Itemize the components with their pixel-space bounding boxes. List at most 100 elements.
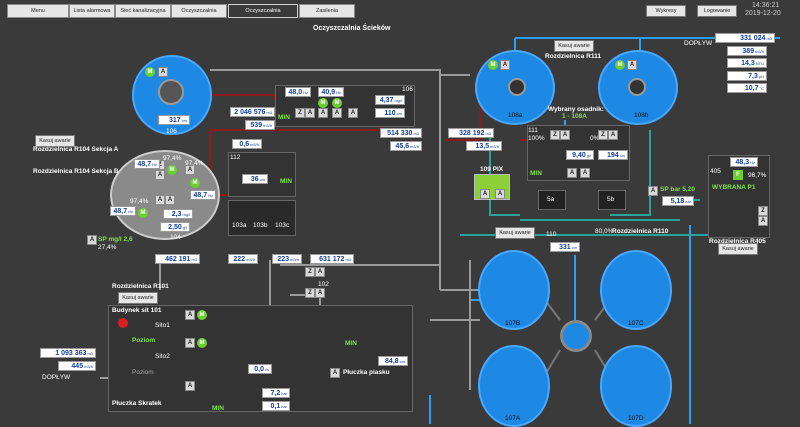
mode-skratek-a[interactable]: A xyxy=(185,381,195,391)
motor-104-3[interactable]: M xyxy=(138,208,148,218)
motor-104-1[interactable]: M xyxy=(167,165,177,175)
tab-power-supply[interactable]: Zasilenia xyxy=(299,4,355,18)
min-indicator-106: MIN xyxy=(278,114,290,121)
mode-111-a2[interactable]: A xyxy=(608,130,618,140)
blower-106-a2[interactable]: A xyxy=(318,108,328,118)
tab-sewer-network[interactable]: Sieć kanalizacyjna xyxy=(115,4,171,18)
min-indicator-111: MIN xyxy=(530,170,542,177)
blower-106-a3[interactable]: A xyxy=(332,108,342,118)
value-328192: 328 192 m3 xyxy=(448,128,494,138)
blower-106-a4[interactable]: A xyxy=(348,108,358,118)
value-389: 389 m3/h xyxy=(727,46,767,56)
mode-104-a3[interactable]: A xyxy=(155,195,165,205)
value-10-7: 10,7 °C xyxy=(727,83,767,93)
label-r101: Rozdzielnica R101 xyxy=(112,283,169,290)
value-48-7-a: 48,7 Hz xyxy=(134,159,160,169)
panel-112-label: 112 xyxy=(230,154,241,161)
mode-109-a1[interactable]: A xyxy=(480,189,490,199)
ack-button-r101[interactable]: Kasuj awarie xyxy=(118,292,158,304)
motor-106-m[interactable]: M xyxy=(145,67,155,77)
tab-treatment-plant-active[interactable]: Oczyszczalnia xyxy=(228,4,298,18)
tank-108b-center xyxy=(628,78,646,96)
logout-button[interactable]: Logowanie xyxy=(697,5,737,17)
value-222: 222 m3/h xyxy=(228,254,258,264)
mode-sito1-a[interactable]: A xyxy=(185,310,195,320)
tank-106-bridge xyxy=(158,79,184,105)
label-pluczka-skratek: Płuczka Skratek xyxy=(112,400,162,407)
tab-alarm-list[interactable]: Lista alarmowa xyxy=(69,4,115,18)
mode-111-a1[interactable]: A xyxy=(560,130,570,140)
mode-405-a[interactable]: A xyxy=(758,216,768,226)
tank-107b[interactable] xyxy=(478,250,550,330)
blower-106-a1[interactable]: A xyxy=(305,108,315,118)
mode-sp-mgl[interactable]: A xyxy=(87,235,97,245)
label-110: 110 xyxy=(546,231,557,238)
mode-111-a3[interactable]: A xyxy=(567,168,577,178)
tank-104-label: 104 xyxy=(170,234,181,241)
value-0-6: 0,6 m3/h xyxy=(232,139,262,149)
mode-102-a2[interactable]: A xyxy=(315,288,325,298)
mode-102-a1[interactable]: A xyxy=(315,267,325,277)
panel-building-101 xyxy=(108,305,413,412)
mode-111-z1[interactable]: Z xyxy=(550,130,560,140)
value-48-3: 48,3 Hz xyxy=(730,157,758,167)
tab-menu[interactable]: Menu xyxy=(7,4,69,18)
value-0-1: 0,1 bar xyxy=(262,401,290,411)
label-107d: 107D xyxy=(628,415,644,422)
mode-108b[interactable]: A xyxy=(627,60,637,70)
mode-104-a4[interactable]: A xyxy=(165,195,175,205)
value-48-7-c: 48,7 Hz xyxy=(110,206,136,216)
mode-111-z2[interactable]: Z xyxy=(598,130,608,140)
label-sito1: Sito1 xyxy=(155,322,170,329)
blower-106-m2[interactable]: M xyxy=(332,98,342,108)
value-13-5: 13,5 m3/h xyxy=(466,141,502,151)
label-108a: 108a xyxy=(508,112,523,119)
mode-109-a2[interactable]: A xyxy=(495,189,505,199)
motor-104-2[interactable]: M xyxy=(190,178,200,188)
ack-button-r110[interactable]: Kasuj awarie xyxy=(495,227,535,239)
charts-button[interactable]: Wykresy xyxy=(646,5,686,17)
mode-108a[interactable]: A xyxy=(500,60,510,70)
label-r111: Rozdzielnica R111 xyxy=(545,53,601,60)
mode-sp-bar[interactable]: A xyxy=(648,186,658,196)
mode-405-z[interactable]: Z xyxy=(758,206,768,216)
ack-button-r111[interactable]: Kasuj awarie xyxy=(554,40,594,52)
mode-piasek-a[interactable]: A xyxy=(330,368,340,378)
panel-103 xyxy=(228,200,296,236)
distribution-chamber-icon xyxy=(560,320,592,352)
motor-108a[interactable]: M xyxy=(488,60,498,70)
motor-sito1-a[interactable]: M xyxy=(197,310,207,320)
value-631172: 631 172 m3 xyxy=(310,254,354,264)
label-poziom-2: Poziom xyxy=(132,369,154,376)
value-9-40: 9,40 g/l xyxy=(566,150,594,160)
ack-button-r405[interactable]: Kasuj awarie xyxy=(718,243,758,255)
blower-panel-106-label: 106 xyxy=(402,86,413,93)
frequency-converter-f[interactable]: F xyxy=(733,170,743,180)
percent-97-4-a: 97,4% xyxy=(163,155,182,162)
percent-27-4: 27,4% xyxy=(98,244,117,251)
mode-102-z2[interactable]: Z xyxy=(305,288,315,298)
label-sito2: Sito2 xyxy=(155,353,170,360)
value-194: 194 cm xyxy=(598,150,628,160)
label-103b: 103b xyxy=(253,222,268,229)
mode-111-a4[interactable]: A xyxy=(580,168,590,178)
value-7-3: 7,3 pH xyxy=(727,71,767,81)
tank-107c[interactable] xyxy=(600,250,672,330)
value-wybrany: 1 - 108A xyxy=(562,113,587,120)
value-331024: 331 024 m3 xyxy=(715,33,775,43)
label-102: 102 xyxy=(318,281,329,288)
label-103a: 103a xyxy=(232,222,247,229)
tab-treatment-plant-1[interactable]: Oczyszczalnia xyxy=(171,4,227,18)
blower-106-z[interactable]: Z xyxy=(295,108,305,118)
label-5b: 5b xyxy=(607,196,615,203)
motor-sito2-a[interactable]: M xyxy=(197,338,207,348)
value-539: 539 m3/h xyxy=(245,120,275,130)
mode-104-a1[interactable]: A xyxy=(155,170,165,180)
blower-106-m1[interactable]: M xyxy=(318,98,328,108)
mode-sito2-a[interactable]: A xyxy=(185,338,195,348)
motor-108b[interactable]: M xyxy=(615,60,625,70)
label-107b: 107B xyxy=(505,320,521,327)
value-514330: 514 330 m3 xyxy=(380,128,422,138)
mode-106-a[interactable]: A xyxy=(158,67,168,77)
mode-102-z1[interactable]: Z xyxy=(305,267,315,277)
